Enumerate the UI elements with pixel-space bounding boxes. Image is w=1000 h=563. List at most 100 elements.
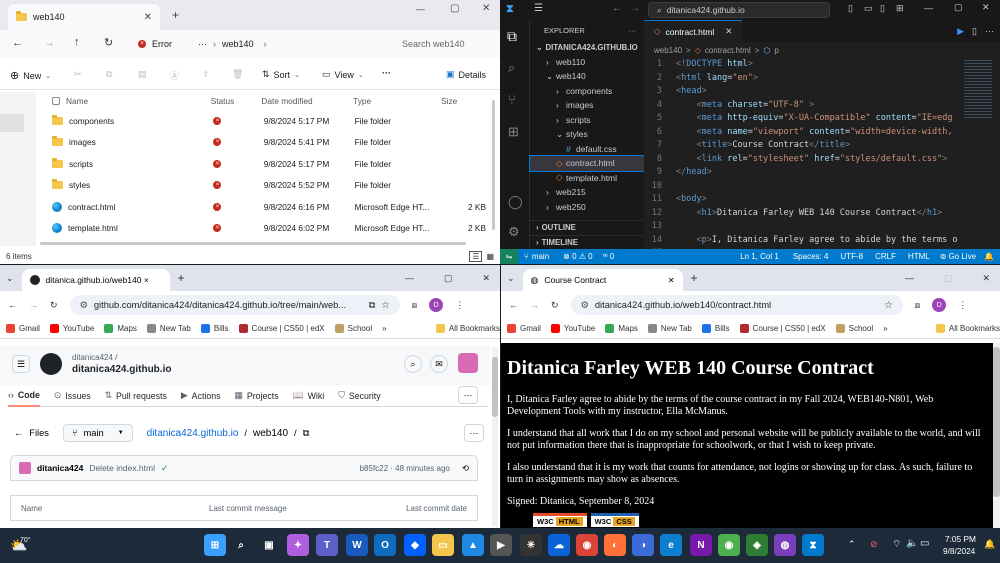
github-desktop-icon[interactable]: ◍ [774,534,796,556]
install-app-icon[interactable]: ⧉ [369,300,376,311]
code-editor[interactable]: 1 <!DOCTYPE html> 2 <html lang="en"> 3 <head>… [644,58,1000,249]
bookmark-item[interactable]: Bills [701,324,730,333]
tree-item[interactable]: › web250 [530,200,644,215]
breadcrumb-element[interactable]: p [774,46,778,55]
horizontal-scrollbar[interactable] [40,242,466,245]
branch-icon[interactable]: ⑂ [524,252,529,261]
bookmark-item[interactable]: YouTube [49,324,94,333]
tree-item[interactable]: ⌄ styles [530,127,644,142]
weather-temp[interactable]: 70° [20,537,31,544]
code-line[interactable]: 6 <meta name="viewport" content="width=d… [644,126,1000,140]
branch-selector[interactable]: ⑂ main ▼ [62,424,133,442]
close-window-icon[interactable]: ✕ [482,273,490,284]
branch-name[interactable]: main [532,252,549,261]
tab-search-icon[interactable]: ⌄ [6,273,14,284]
bookmark-item[interactable]: Maps [605,324,638,333]
column-status[interactable]: Status [183,96,262,106]
sidebar-toggle-icon[interactable]: ← [14,428,23,438]
forward-arrow-icon[interactable]: → [530,300,539,310]
source-control-icon[interactable]: ⑂ [508,92,516,107]
copilot-icon[interactable]: ✦ [287,534,309,556]
close-window-icon[interactable]: ✕ [982,273,990,284]
site-info-icon[interactable]: ⚙ [80,300,88,311]
tree-item[interactable]: › web110 [530,55,644,70]
layout-sidebar-icon[interactable]: ▯ [848,3,853,14]
close-icon[interactable]: ✕ [668,276,675,285]
view-button[interactable]: ▭ View ⌄ [322,69,364,80]
address-bar[interactable]: × Error ··· › web140 › [132,34,388,54]
start-icon[interactable]: ⊞ [204,534,226,556]
back-arrow-icon[interactable]: ← [12,37,23,49]
search-icon[interactable]: ⌕ [404,355,422,373]
history-icon[interactable]: ⟲ [462,463,469,474]
claude-icon[interactable]: ✳ [520,534,542,556]
back-arrow-icon[interactable]: ← [509,300,518,310]
tab-search-icon[interactable]: ⌄ [507,273,515,284]
bookmark-star-icon[interactable]: ☆ [884,300,892,311]
bookmark-item[interactable]: Gmail [507,324,541,333]
up-arrow-icon[interactable]: ↑ [74,36,80,48]
bookmark-star-icon[interactable]: ☆ [381,300,389,311]
repo-owner[interactable]: ditanica424 / [72,353,117,362]
code-line[interactable]: 3 <head> [644,85,1000,99]
code-line[interactable]: 1 <!DOCTYPE html> [644,58,1000,72]
go-live-button[interactable]: Go Live [948,252,976,261]
file-row[interactable]: template.html × 9/8/2024 6:02 PM Microso… [36,218,490,240]
w3c-css-badge[interactable]: W3C CSS [590,513,639,527]
path-repo-link[interactable]: ditanica424.github.io [147,428,239,439]
commit-author[interactable]: ditanica424 [37,463,83,473]
onedrive-icon[interactable]: ☁ [548,534,570,556]
maximize-icon[interactable]: ▢ [954,2,963,13]
new-button[interactable]: ⊕ New ⌄ [10,69,51,82]
bookmark-item[interactable]: » [382,324,386,333]
maximize-icon[interactable]: ▢ [444,273,453,284]
indentation[interactable]: Spaces: 4 [793,252,829,261]
column-size[interactable]: Size [431,96,490,106]
repo-name[interactable]: ditanica424.github.io [72,364,171,375]
repo-nav-tab[interactable]: ⊙ Issues [54,385,91,407]
breadcrumb-folder[interactable]: web140 [654,46,682,55]
menu-kebab-icon[interactable]: ⋮ [958,300,967,311]
repo-nav-tab[interactable]: ⛉ Security [338,385,380,407]
chevron-up-icon[interactable]: ⌃ [848,539,856,550]
address-bar[interactable]: ⚙ github.com/ditanica424/ditanica424.git… [69,295,400,315]
minimap[interactable] [964,58,992,118]
repo-nav-tab[interactable]: 📖 Wiki [293,385,325,407]
tree-item[interactable]: › scripts [530,113,644,128]
notification-bell-icon[interactable]: 🔔 [984,539,995,550]
code-line[interactable]: 5 <meta http-equiv="X-UA-Compatible" con… [644,112,1000,126]
task-view-icon[interactable]: ▣ [258,534,280,556]
minimize-icon[interactable]: — [405,273,414,283]
more-nav-icon[interactable]: ··· [458,386,478,404]
tiles-view-icon[interactable]: ▦ [486,252,494,261]
teams-icon[interactable]: T [316,534,338,556]
python-icon[interactable]: ◈ [746,534,768,556]
clock-time[interactable]: 7:05 PM [945,534,976,544]
inbox-icon[interactable]: ✉ [430,355,448,373]
code-line[interactable]: 4 <meta charset="UTF-8" > [644,99,1000,113]
encoding[interactable]: UTF-8 [840,252,863,261]
more-button[interactable]: ··· [382,68,391,78]
bookmark-item[interactable]: Course | CS50 | edX [739,324,826,333]
tree-item[interactable]: ◇ template.html [530,171,644,186]
onenote-icon[interactable]: N [690,534,712,556]
forward-arrow-icon[interactable]: → [630,3,640,14]
bookmark-item[interactable]: Maps [104,324,137,333]
close-icon[interactable]: ✕ [725,26,732,37]
clock-date[interactable]: 9/8/2024 [943,546,975,556]
ports-count[interactable]: 0 [610,252,614,261]
share-icon[interactable]: ⇪ [202,69,210,80]
file-explorer-icon[interactable]: ▭ [432,534,454,556]
commit-author-avatar[interactable] [19,462,31,474]
new-tab-icon[interactable]: + [172,8,179,22]
site-info-icon[interactable]: ⚙ [581,300,589,311]
copy-path-icon[interactable]: ⧉ [303,428,310,439]
code-line[interactable]: 8 <link rel="stylesheet" href="styles/de… [644,153,1000,167]
commit-hash[interactable]: b85fc22 · 48 minutes ago [360,464,450,473]
dropbox-icon[interactable]: ◆ [404,534,426,556]
browser-tab-github[interactable]: ditanica.github.io/web140 × [21,269,170,291]
layout-secondary-icon[interactable]: ▯ [880,3,885,14]
breadcrumb-file[interactable]: contract.html [705,46,751,55]
profile-avatar[interactable]: D [932,298,947,312]
commit-message[interactable]: Delete index.html [89,463,155,473]
